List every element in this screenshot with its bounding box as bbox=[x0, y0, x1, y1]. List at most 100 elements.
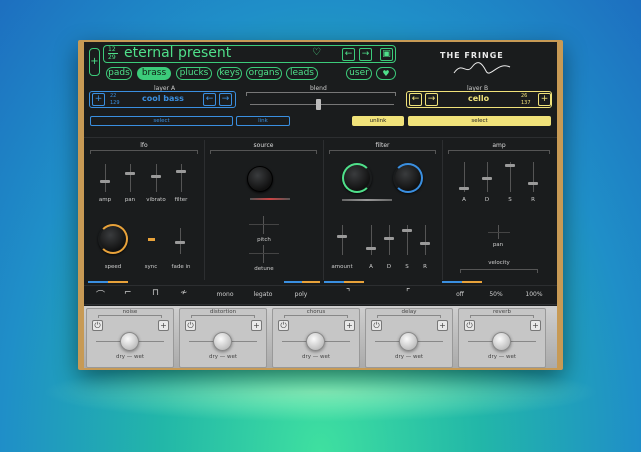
favorite-heart-icon[interactable]: ♡ bbox=[312, 47, 321, 58]
filter-lowpass-icon[interactable]: ⌝ bbox=[346, 288, 350, 298]
fx-add-button-4[interactable]: + bbox=[530, 320, 541, 331]
amp-r-label: R bbox=[531, 197, 535, 203]
save-preset-icon[interactable]: ▣ bbox=[380, 48, 393, 61]
voice-poly-button[interactable]: poly bbox=[286, 291, 316, 298]
category-pads[interactable]: pads bbox=[106, 67, 132, 80]
amp-color-strip bbox=[442, 281, 482, 283]
category-brass[interactable]: brass bbox=[137, 67, 171, 80]
fx-add-button-3[interactable]: + bbox=[437, 320, 448, 331]
filter-a-slider[interactable] bbox=[366, 247, 376, 250]
source-pitch-label: pitch bbox=[257, 237, 271, 243]
layer-a-next-button[interactable]: → bbox=[219, 93, 232, 106]
preset-name[interactable]: eternal present bbox=[124, 45, 231, 61]
velocity-50-button[interactable]: 50% bbox=[484, 291, 508, 298]
lfo-fadein-slider[interactable] bbox=[175, 241, 185, 244]
velocity-100-button[interactable]: 100% bbox=[520, 291, 548, 298]
amp-s-slider[interactable] bbox=[505, 164, 515, 167]
voice-legato-button[interactable]: legato bbox=[248, 291, 278, 298]
fx-mix-knob-2[interactable] bbox=[306, 332, 325, 351]
filter-highpass-icon[interactable]: ⌜ bbox=[406, 288, 410, 298]
fx-mix-knob-0[interactable] bbox=[120, 332, 139, 351]
amp-a-slider[interactable] bbox=[459, 187, 469, 190]
layer-a-select-button[interactable]: select bbox=[90, 116, 233, 126]
layer-a-name[interactable]: cool bass bbox=[142, 94, 184, 103]
lfo-speed-label: speed bbox=[104, 264, 122, 270]
lfo-pan-track bbox=[130, 164, 131, 192]
lfo-vibrato-slider[interactable] bbox=[151, 175, 161, 178]
lfo-speed-knob[interactable] bbox=[98, 224, 128, 254]
amp-a-label: A bbox=[462, 197, 466, 203]
amp-pan-slider[interactable] bbox=[488, 232, 510, 233]
blend-track[interactable] bbox=[250, 104, 394, 105]
velocity-off-button[interactable]: off bbox=[448, 291, 472, 298]
lfo-amp-track bbox=[105, 164, 106, 192]
fx-power-icon-3[interactable]: ⏻ bbox=[371, 320, 382, 331]
category-leads[interactable]: leads bbox=[286, 67, 318, 80]
filter-resonance-knob[interactable] bbox=[393, 163, 423, 193]
layer-link-button[interactable]: link bbox=[236, 116, 290, 126]
source-main-knob[interactable] bbox=[247, 166, 273, 192]
lfo-shape-saw-icon[interactable]: ⌐ bbox=[124, 288, 132, 298]
fx-add-button-0[interactable]: + bbox=[158, 320, 169, 331]
fx-title-bracket-2 bbox=[284, 315, 348, 318]
lfo-fadein-label: fade in bbox=[171, 264, 191, 270]
layer-b-name[interactable]: cello bbox=[468, 94, 489, 103]
next-preset-button[interactable]: → bbox=[359, 48, 372, 61]
filter-d-slider[interactable] bbox=[384, 237, 394, 240]
voice-mono-button[interactable]: mono bbox=[210, 291, 240, 298]
prev-preset-button[interactable]: ← bbox=[342, 48, 355, 61]
source-detune-slider[interactable] bbox=[249, 253, 279, 254]
fx-mix-knob-3[interactable] bbox=[399, 332, 418, 351]
source-pitch-slider[interactable] bbox=[249, 224, 279, 225]
fx-add-button-1[interactable]: + bbox=[251, 320, 262, 331]
filter-amount-slider[interactable] bbox=[337, 235, 347, 238]
filter-r-slider[interactable] bbox=[420, 242, 430, 245]
lfo-filter-track bbox=[181, 164, 182, 192]
layer-a-total: 129 bbox=[110, 100, 120, 106]
category-organs[interactable]: organs bbox=[246, 67, 282, 80]
section-title-filter: filter bbox=[375, 142, 390, 149]
layer-b-select-button[interactable]: select bbox=[408, 116, 551, 126]
section-divider-1 bbox=[204, 140, 205, 280]
fx-mix-knob-4[interactable] bbox=[492, 332, 511, 351]
fx-power-icon-0[interactable]: ⏻ bbox=[92, 320, 103, 331]
amp-r-slider[interactable] bbox=[528, 182, 538, 185]
fx-power-icon-1[interactable]: ⏻ bbox=[185, 320, 196, 331]
section-title-amp: amp bbox=[492, 142, 506, 149]
favorites-filter-heart-icon[interactable]: ♥ bbox=[376, 67, 396, 80]
blend-slider-handle[interactable] bbox=[316, 99, 321, 110]
layer-unlink-button[interactable]: unlink bbox=[352, 116, 404, 126]
lfo-sync-indicator[interactable] bbox=[148, 238, 155, 241]
fx-power-icon-2[interactable]: ⏻ bbox=[278, 320, 289, 331]
lfo-filter-slider[interactable] bbox=[176, 170, 186, 173]
category-user[interactable]: user bbox=[346, 67, 372, 80]
lfo-shape-random-icon[interactable]: ≁ bbox=[180, 288, 188, 298]
preset-total: 29 bbox=[108, 54, 116, 61]
fx-add-button-2[interactable]: + bbox=[344, 320, 355, 331]
filter-cutoff-knob[interactable] bbox=[342, 163, 372, 193]
lfo-shape-square-icon[interactable]: ⊓ bbox=[152, 288, 159, 298]
source-bracket bbox=[210, 150, 317, 154]
lfo-amp-slider[interactable] bbox=[100, 180, 110, 183]
layer-b-next-button[interactable]: → bbox=[425, 93, 438, 106]
fx-mix-knob-1[interactable] bbox=[213, 332, 232, 351]
layer-a-prev-button[interactable]: ← bbox=[203, 93, 216, 106]
section-divider-2 bbox=[323, 140, 324, 280]
source-detune-track bbox=[263, 245, 264, 263]
fx-title-bracket-1 bbox=[191, 315, 255, 318]
layer-b-prev-button[interactable]: ← bbox=[409, 93, 422, 106]
section-title-lfo: lfo bbox=[140, 142, 148, 149]
category-plucks[interactable]: plucks bbox=[176, 67, 212, 80]
lfo-bracket bbox=[90, 150, 198, 154]
layer-a-add-button[interactable]: + bbox=[92, 93, 105, 106]
lfo-shape-sine-icon[interactable]: ⌒ bbox=[96, 288, 105, 301]
fx-power-icon-4[interactable]: ⏻ bbox=[464, 320, 475, 331]
voice-color-strip bbox=[284, 281, 320, 283]
lfo-pan-slider[interactable] bbox=[125, 172, 135, 175]
layer-b-add-button[interactable]: + bbox=[538, 93, 551, 106]
category-keys[interactable]: keys bbox=[217, 67, 242, 80]
preset-add-button[interactable]: + bbox=[89, 48, 100, 76]
filter-s-slider[interactable] bbox=[402, 229, 412, 232]
amp-d-slider[interactable] bbox=[482, 177, 492, 180]
plugin-face: + 12 29 eternal present ♡ ← → ▣ THE FRIN… bbox=[84, 42, 557, 368]
